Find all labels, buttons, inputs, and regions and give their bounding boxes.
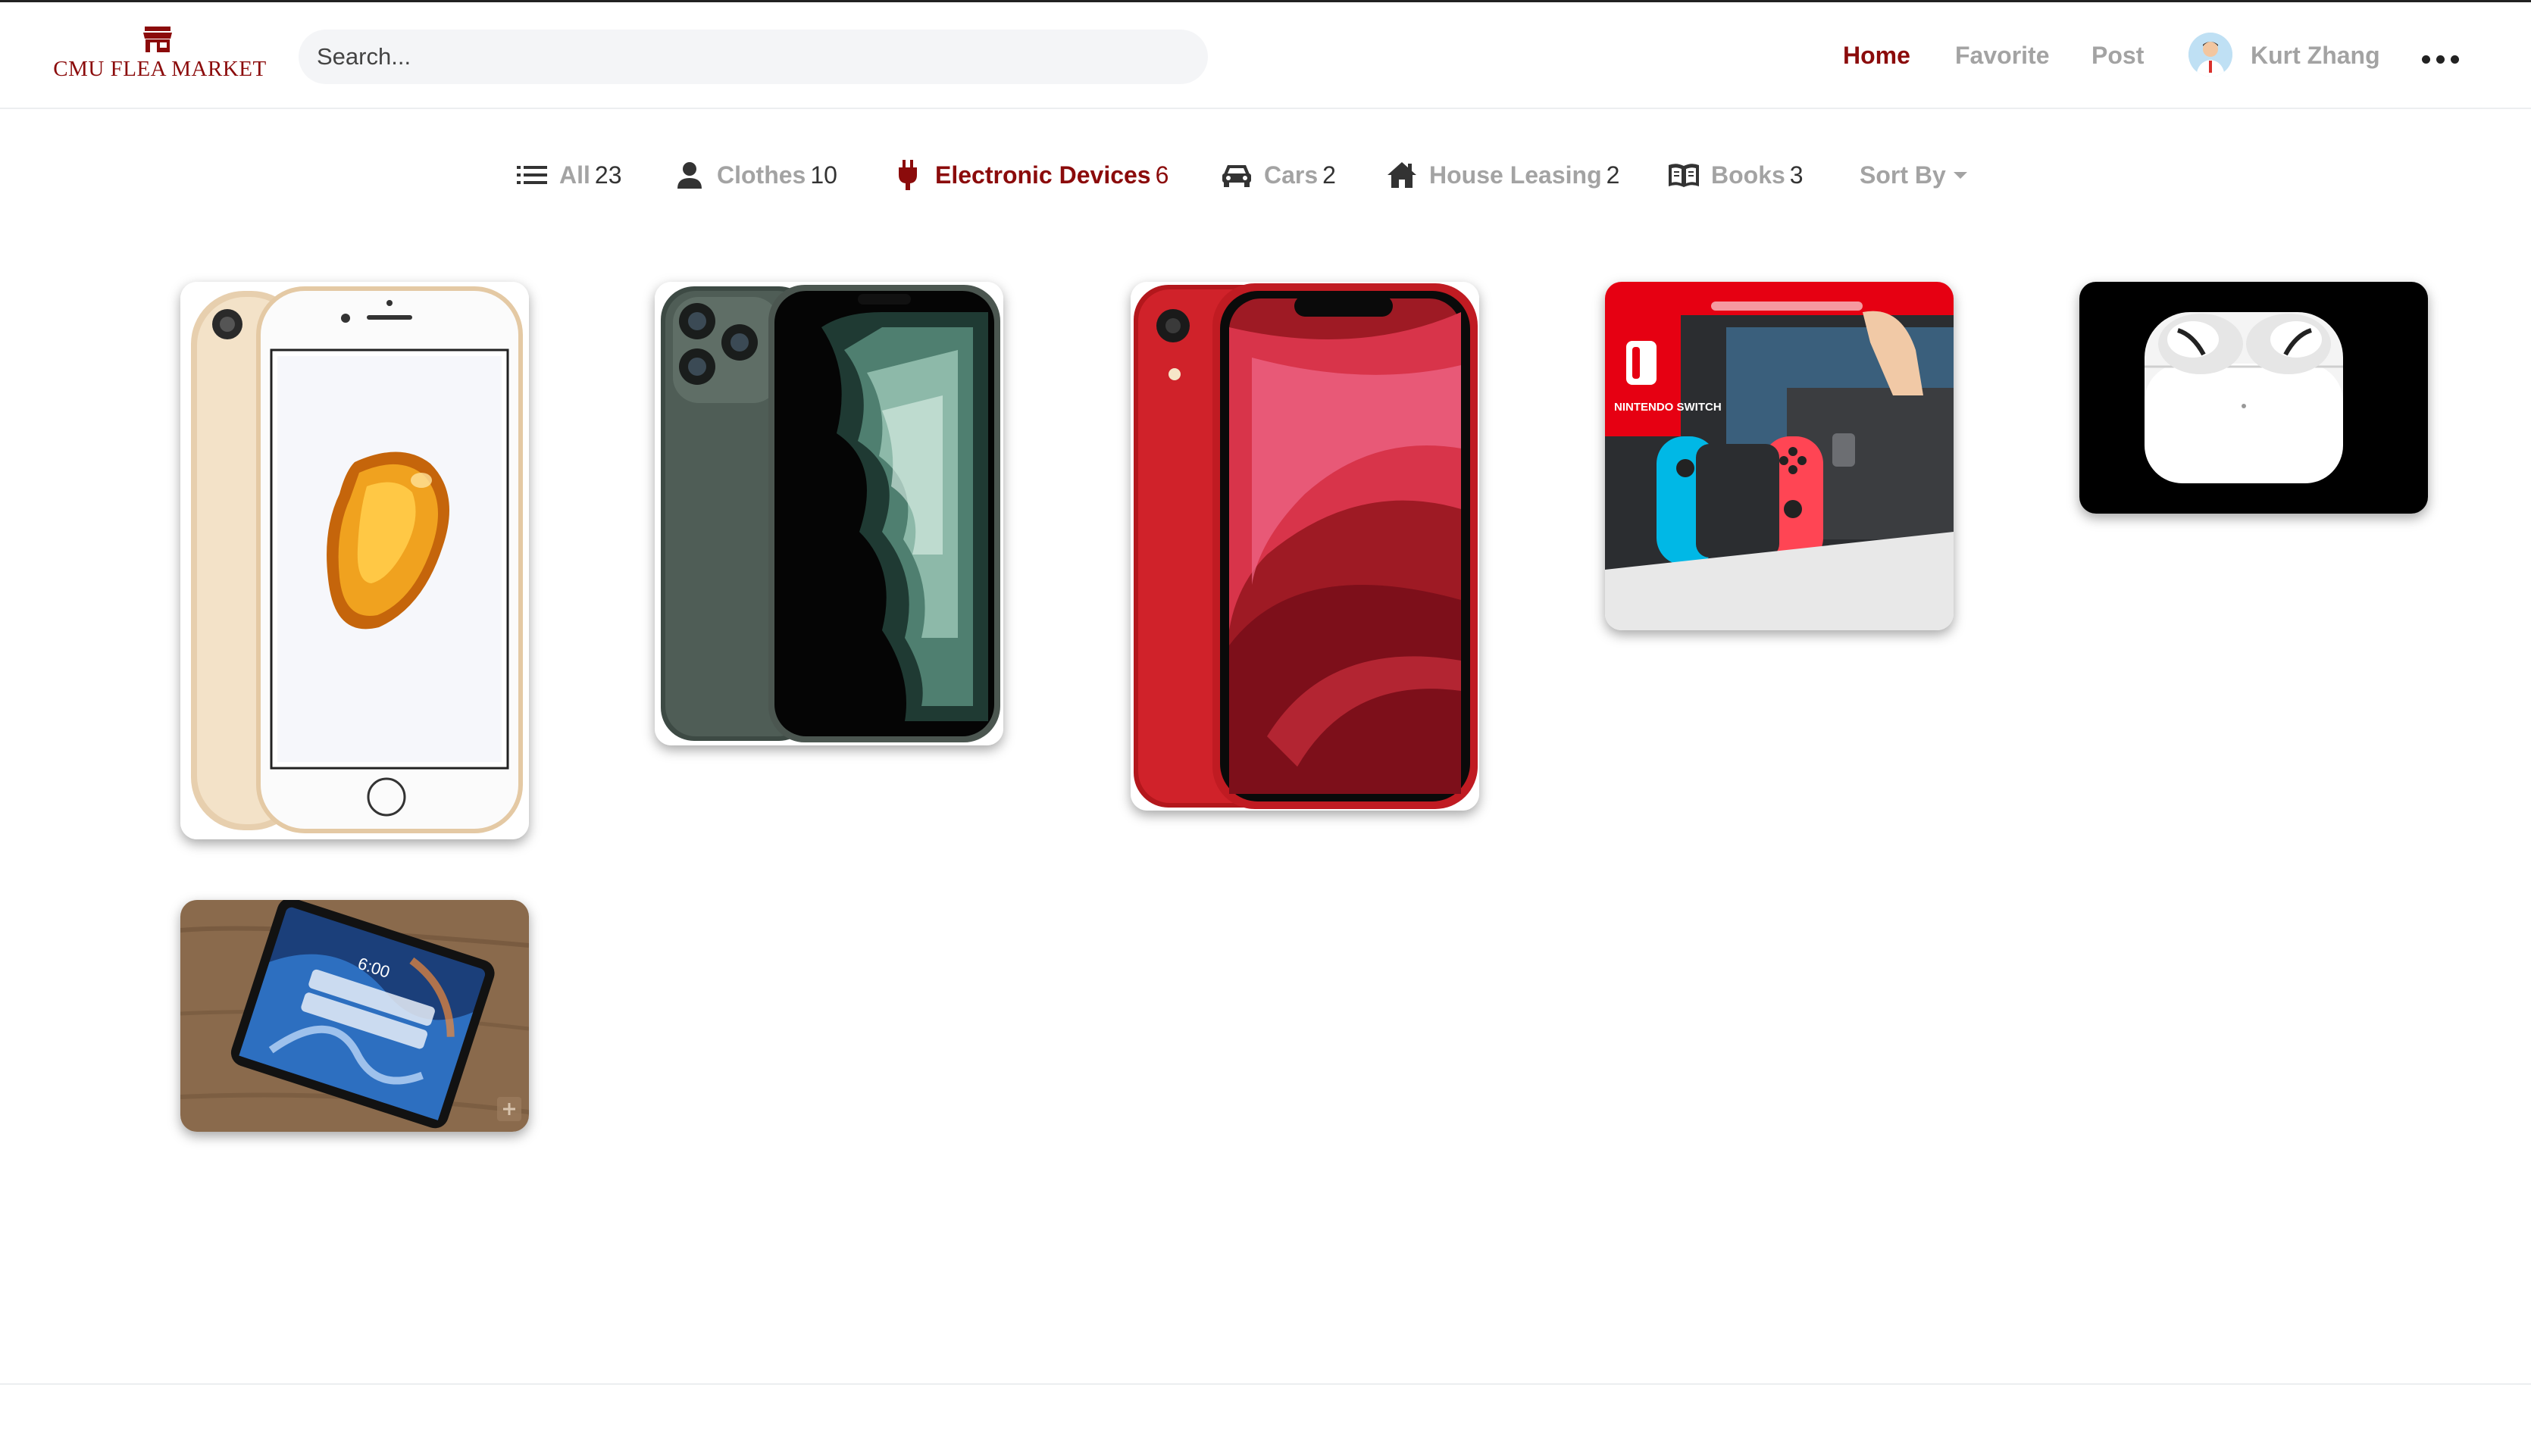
category-electronic-devices[interactable]: Electronic Devices 6 bbox=[891, 156, 1169, 194]
product-card-iphone-xr[interactable] bbox=[1131, 282, 1479, 811]
product-image-iphone-7 bbox=[180, 282, 529, 839]
sort-by-label: Sort By bbox=[1860, 161, 1946, 189]
book-icon bbox=[1667, 160, 1700, 190]
more-options-icon[interactable] bbox=[2422, 49, 2460, 70]
category-books[interactable]: Books 3 bbox=[1667, 156, 1804, 194]
caret-down-icon bbox=[1953, 171, 1967, 179]
nav-home[interactable]: Home bbox=[1843, 42, 1910, 70]
product-image-nintendo-switch: NINTENDO SWITCH bbox=[1605, 282, 1954, 630]
top-navbar: CMU FLEA MARKET Home Favorite Post Kurt … bbox=[0, 0, 2531, 109]
product-card-airpods-pro[interactable] bbox=[2079, 282, 2428, 514]
category-count: 23 bbox=[594, 161, 622, 189]
category-count: 6 bbox=[1155, 161, 1169, 189]
category-label: Electronic Devices bbox=[935, 161, 1151, 189]
person-icon bbox=[673, 160, 706, 190]
house-icon bbox=[1385, 160, 1419, 190]
avatar-icon bbox=[2188, 33, 2232, 77]
list-icon bbox=[515, 160, 549, 190]
product-image-iphone-11-pro bbox=[655, 282, 1003, 745]
brand-name: CMU FLEA MARKET bbox=[53, 57, 267, 81]
search-input[interactable] bbox=[299, 30, 1208, 84]
switch-logo-text: NINTENDO SWITCH bbox=[1614, 401, 1722, 414]
product-image-airpods-pro bbox=[2079, 282, 2428, 514]
product-card-iphone-11-pro[interactable] bbox=[655, 282, 1003, 745]
footer-divider bbox=[0, 1383, 2531, 1385]
user-avatar[interactable] bbox=[2188, 33, 2232, 77]
category-count: 10 bbox=[810, 161, 837, 189]
car-icon bbox=[1220, 160, 1253, 190]
category-cars[interactable]: Cars 2 bbox=[1220, 156, 1336, 194]
category-count: 2 bbox=[1322, 161, 1336, 189]
category-label: House Leasing bbox=[1429, 161, 1602, 189]
product-card-nintendo-switch[interactable]: NINTENDO SWITCH bbox=[1605, 282, 1954, 630]
product-card-iphone-7[interactable] bbox=[180, 282, 529, 839]
category-count: 2 bbox=[1606, 161, 1620, 189]
category-label: Books bbox=[1711, 161, 1785, 189]
category-all[interactable]: All 23 bbox=[515, 156, 621, 194]
category-label: All bbox=[559, 161, 590, 189]
category-house-leasing[interactable]: House Leasing 2 bbox=[1385, 156, 1619, 194]
sort-by-dropdown[interactable]: Sort By bbox=[1860, 156, 1967, 194]
plug-icon bbox=[891, 160, 924, 190]
nav-post[interactable]: Post bbox=[2091, 42, 2144, 70]
category-count: 3 bbox=[1789, 161, 1804, 189]
product-image-iphone-xr bbox=[1131, 282, 1479, 811]
product-image-ipad-pro: 6:00 bbox=[180, 900, 529, 1132]
product-card-ipad-pro[interactable]: 6:00 bbox=[180, 900, 529, 1132]
category-label: Clothes bbox=[717, 161, 806, 189]
category-clothes[interactable]: Clothes 10 bbox=[673, 156, 837, 194]
category-label: Cars bbox=[1264, 161, 1319, 189]
nav-favorite[interactable]: Favorite bbox=[1955, 42, 2049, 70]
store-icon bbox=[143, 27, 172, 52]
brand-logo[interactable]: CMU FLEA MARKET bbox=[50, 25, 270, 86]
user-name[interactable]: Kurt Zhang bbox=[2251, 42, 2380, 70]
